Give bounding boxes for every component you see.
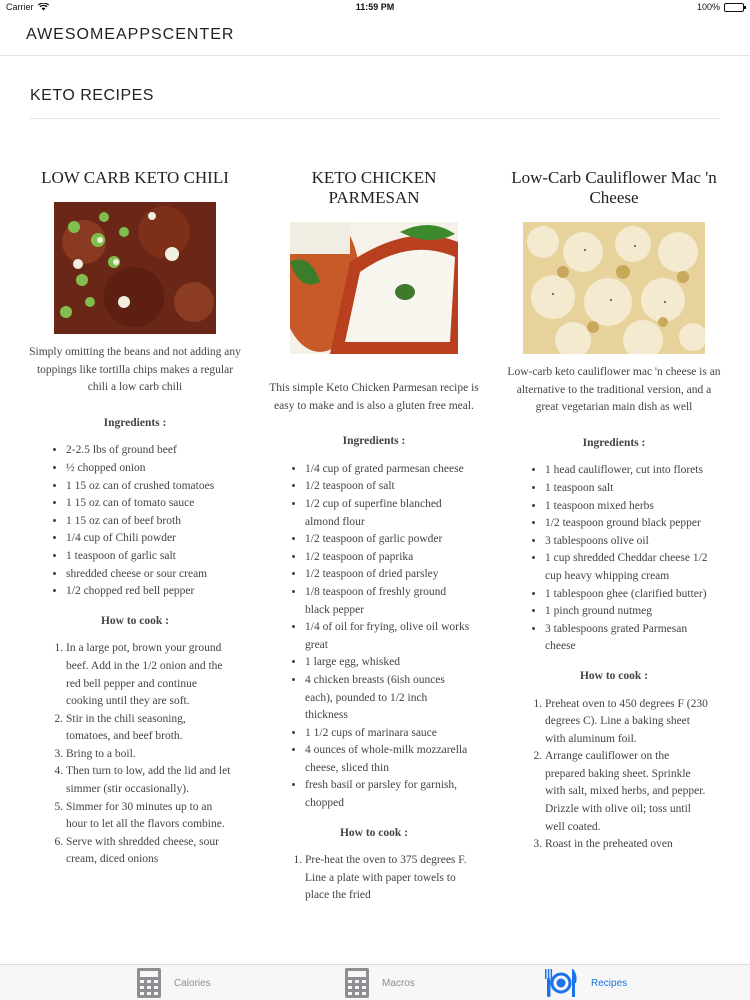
list-item: 1 15 oz can of tomato sauce xyxy=(66,495,250,513)
app-header: AWESOMEAPPSCENTER xyxy=(0,16,750,56)
status-bar: Carrier 11:59 PM 100% xyxy=(0,0,750,16)
tab-label: Macros xyxy=(382,977,415,989)
tab-calories[interactable]: Calories xyxy=(136,965,211,1000)
list-item: 1/2 teaspoon of dried parsley xyxy=(305,566,489,584)
list-item: 1/2 chopped red bell pepper xyxy=(66,583,250,601)
recipe-title: KETO CHICKEN PARMESAN xyxy=(311,168,437,207)
recipe-description: This simple Keto Chicken Parmesan recipe… xyxy=(269,382,479,412)
ingredients-list: 1/4 cup of grated parmesan cheese 1/2 te… xyxy=(259,461,489,813)
list-item: 1 teaspoon of garlic salt xyxy=(66,548,250,566)
recipe-title: LOW CARB KETO CHILI xyxy=(41,168,229,187)
list-item: 4 chicken breasts (6ish ounces each), po… xyxy=(305,672,489,725)
list-item: 1/2 teaspoon ground black pepper xyxy=(545,515,729,533)
list-item: Stir in the chili seasoning, tomatoes, a… xyxy=(66,711,250,746)
utensils-icon xyxy=(545,969,577,997)
list-item: 1/2 teaspoon of garlic powder xyxy=(305,531,489,549)
list-item: Pre-heat the oven to 375 degrees F. Line… xyxy=(305,852,489,905)
tab-recipes[interactable]: Recipes xyxy=(543,965,627,1000)
recipe-card-cauliflower-mac: Low-Carb Cauliflower Mac 'n Cheese Low-c… xyxy=(499,168,729,854)
tab-label: Recipes xyxy=(591,977,628,989)
list-item: 1 pinch ground nutmeg xyxy=(545,603,729,621)
battery-percent: 100% xyxy=(696,2,720,12)
list-item: 1/2 teaspoon of paprika xyxy=(305,549,489,567)
ingredients-list: 1 head cauliflower, cut into florets 1 t… xyxy=(499,462,729,656)
clock: 11:59 PM xyxy=(355,2,395,12)
page-title: KETO RECIPES xyxy=(30,87,154,104)
ingredients-list: 2-2.5 lbs of ground beef ½ chopped onion… xyxy=(20,442,250,600)
list-item: 1 15 oz can of crushed tomatoes xyxy=(66,478,250,496)
tab-macros[interactable]: Macros xyxy=(344,965,415,1000)
list-item: 1/4 of oil for frying, olive oil works g… xyxy=(305,619,489,654)
steps-heading: How to cook : xyxy=(339,826,409,839)
steps-heading: How to cook : xyxy=(100,614,170,627)
list-item: 1 tablespoon ghee (clarified butter) xyxy=(545,586,729,604)
recipe-card-chili: LOW CARB KETO CHILI Simply omitting the … xyxy=(20,168,250,869)
list-item: 1/8 teaspoon of freshly ground black pep… xyxy=(305,584,489,619)
steps-heading: How to cook : xyxy=(579,669,649,682)
list-item: 1 teaspoon salt xyxy=(545,480,729,498)
list-item: Bring to a boil. xyxy=(66,746,250,764)
list-item: 1 head cauliflower, cut into florets xyxy=(545,462,729,480)
list-item: Serve with shredded cheese, sour cream, … xyxy=(66,834,250,869)
ingredients-heading: Ingredients : xyxy=(582,436,646,449)
tab-bar: Calories Macros Recipes xyxy=(0,964,750,1000)
list-item: 1 large egg, whisked xyxy=(305,654,489,672)
steps-list: Pre-heat the oven to 375 degrees F. Line… xyxy=(259,852,489,905)
calculator-icon xyxy=(137,968,161,998)
recipe-title: Low-Carb Cauliflower Mac 'n Cheese xyxy=(511,168,717,207)
list-item: 1 cup shredded Cheddar cheese 1/2 cup he… xyxy=(545,550,729,585)
ingredients-heading: Ingredients : xyxy=(103,416,167,429)
steps-list: In a large pot, brown your ground beef. … xyxy=(20,640,250,869)
divider xyxy=(30,118,720,119)
list-item: 1 15 oz can of beef broth xyxy=(66,513,250,531)
list-item: Simmer for 30 minutes up to an hour to l… xyxy=(66,799,250,834)
list-item: 1 1/2 cups of marinara sauce xyxy=(305,725,489,743)
recipe-card-chicken-parmesan: KETO CHICKEN PARMESAN This simple Keto C… xyxy=(259,168,489,905)
list-item: 1/2 teaspoon of salt xyxy=(305,478,489,496)
recipe-description: Low-carb keto cauliflower mac 'n cheese … xyxy=(507,366,721,414)
steps-list: Preheat oven to 450 degrees F (230 degre… xyxy=(499,696,729,854)
chili-photo xyxy=(54,202,216,334)
list-item: 1 teaspoon mixed herbs xyxy=(545,498,729,516)
tab-label: Calories xyxy=(174,977,211,989)
list-item: Then turn to low, add the lid and let si… xyxy=(66,763,250,798)
list-item: 4 ounces of whole-milk mozzarella cheese… xyxy=(305,742,489,777)
ingredients-heading: Ingredients : xyxy=(342,435,406,448)
list-item: 3 tablespoons olive oil xyxy=(545,533,729,551)
battery-icon xyxy=(724,2,746,12)
list-item: Arrange cauliflower on the prepared baki… xyxy=(545,748,729,836)
app-title: AWESOMEAPPSCENTER xyxy=(26,26,235,43)
chicken-parmesan-photo xyxy=(290,222,458,354)
list-item: 1/4 cup of grated parmesan cheese xyxy=(305,461,489,479)
recipe-description: Simply omitting the beans and not adding… xyxy=(29,346,241,394)
list-item: fresh basil or parsley for garnish, chop… xyxy=(305,777,489,812)
list-item: In a large pot, brown your ground beef. … xyxy=(66,640,250,710)
calculator-icon xyxy=(345,968,369,998)
list-item: Roast in the preheated oven xyxy=(545,836,729,854)
list-item: ½ chopped onion xyxy=(66,460,250,478)
cauliflower-mac-photo xyxy=(523,222,705,354)
list-item: Preheat oven to 450 degrees F (230 degre… xyxy=(545,696,729,749)
list-item: shredded cheese or sour cream xyxy=(66,566,250,584)
list-item: 2-2.5 lbs of ground beef xyxy=(66,442,250,460)
list-item: 1/2 cup of superfine blanched almond flo… xyxy=(305,496,489,531)
list-item: 1/4 cup of Chili powder xyxy=(66,530,250,548)
list-item: 3 tablespoons grated Parmesan cheese xyxy=(545,621,729,656)
